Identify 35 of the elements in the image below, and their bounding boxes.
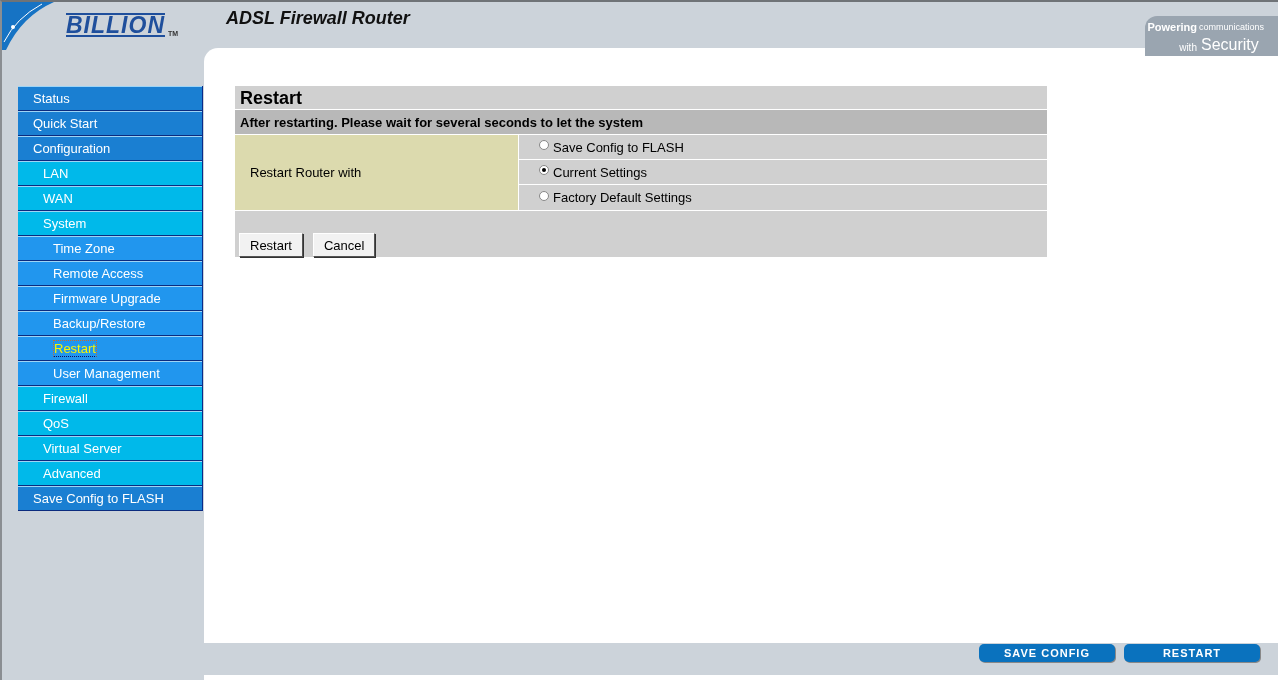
sidebar-item[interactable]: LAN — [18, 161, 202, 186]
radio-option[interactable]: Factory Default Settings — [519, 185, 1047, 210]
sidebar-item[interactable]: Advanced — [18, 461, 202, 486]
sidebar-item[interactable]: Remote Access — [18, 261, 202, 286]
radio-option[interactable]: Current Settings — [519, 160, 1047, 185]
save-config-button[interactable]: SAVE CONFIG — [979, 644, 1115, 662]
sidebar-item[interactable]: Restart — [18, 336, 202, 361]
sidebar-item[interactable]: Firmware Upgrade — [18, 286, 202, 311]
sidebar-item[interactable]: Time Zone — [18, 236, 202, 261]
sidebar-item[interactable]: QoS — [18, 411, 202, 436]
notice-text: After restarting. Please wait for several seconds to let the system — [235, 110, 1047, 135]
sidebar-item[interactable]: Firewall — [18, 386, 202, 411]
sidebar-item[interactable]: System — [18, 211, 202, 236]
sidebar-item[interactable]: User Management — [18, 361, 202, 386]
cancel-button[interactable]: Cancel — [312, 233, 376, 257]
sidebar-item[interactable]: Configuration — [18, 136, 202, 161]
tagline-text: Powering — [1147, 20, 1197, 35]
restart-button[interactable]: Restart — [239, 233, 303, 257]
field-label: Restart Router with — [235, 135, 519, 210]
sidebar-item[interactable]: Status — [18, 86, 202, 111]
sidebar-item[interactable]: Quick Start — [18, 111, 202, 136]
product-title: ADSL Firewall Router — [226, 7, 410, 29]
tagline-text: Security — [1200, 36, 1260, 55]
billion-logo: BILLION — [66, 13, 165, 37]
radio-button[interactable] — [539, 190, 549, 201]
sidebar-item[interactable]: Virtual Server — [18, 436, 202, 461]
sidebar-item[interactable]: Save Config to FLASH — [18, 486, 202, 511]
tagline-text: communications — [1198, 21, 1264, 34]
sidebar-item[interactable]: WAN — [18, 186, 202, 211]
sidebar-item[interactable]: Backup/Restore — [18, 311, 202, 336]
radio-button[interactable] — [539, 165, 549, 175]
radio-button[interactable] — [539, 140, 549, 150]
radio-option[interactable]: Save Config to FLASH — [519, 135, 1047, 160]
restart-button[interactable]: RESTART — [1124, 644, 1260, 662]
tagline-text: with — [1179, 43, 1197, 55]
